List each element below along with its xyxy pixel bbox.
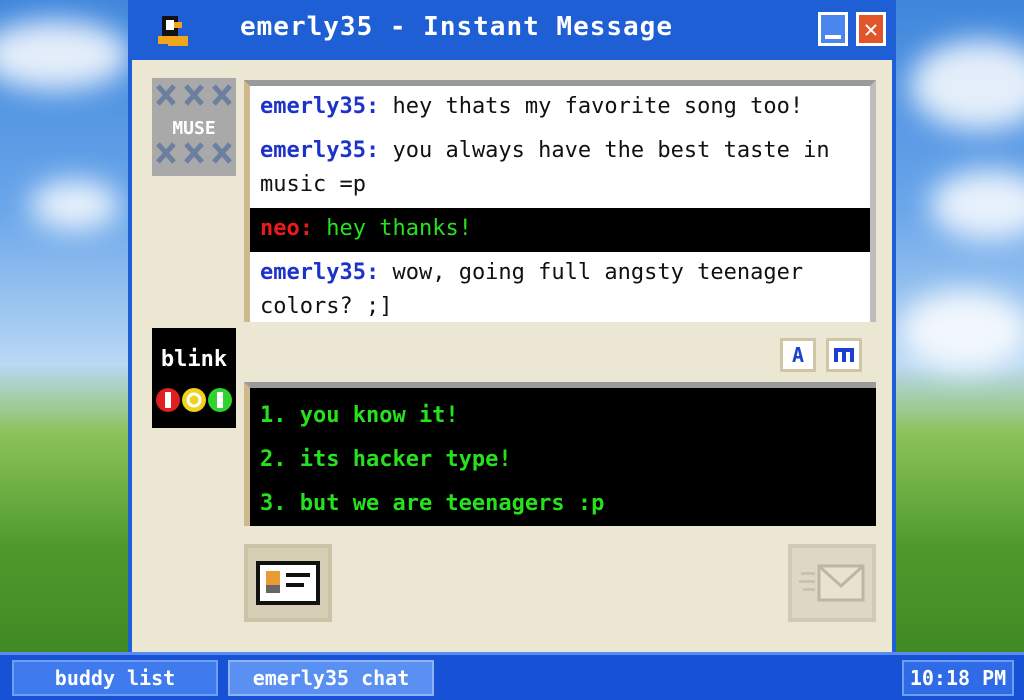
message-sender: emerly35: (260, 94, 380, 119)
font-style-button[interactable] (826, 338, 862, 372)
background-cloud (900, 290, 1024, 370)
taskbar: buddy list emerly35 chat 10:18 PM (0, 652, 1024, 700)
message-sender: emerly35: (260, 138, 380, 163)
font-button[interactable]: A (780, 338, 816, 372)
background-cloud (0, 20, 130, 90)
avatar-bottom-label: blink (161, 347, 227, 372)
profile-button[interactable] (244, 544, 332, 622)
taskbar-clock: 10:18 PM (902, 660, 1014, 696)
compose-line: 3. but we are teenagers :p (260, 491, 605, 516)
profile-card-icon (256, 561, 320, 605)
im-window: emerly35 - Instant Message ✕ MUSE emerly… (128, 0, 896, 652)
message-sender: neo: (260, 216, 313, 241)
send-envelope-icon (799, 564, 865, 602)
minimize-icon (825, 35, 841, 39)
font-style-icon (834, 348, 854, 362)
chat-message: emerly35: you always have the best taste… (250, 130, 870, 208)
background-cloud (910, 40, 1024, 130)
minimize-button[interactable] (818, 12, 848, 46)
send-button[interactable] (788, 544, 876, 622)
user-avatar: blink (152, 328, 236, 428)
close-button[interactable]: ✕ (856, 12, 886, 46)
muse-avatar-icon: MUSE (152, 78, 236, 176)
background-cloud (930, 170, 1024, 240)
title-bar[interactable]: emerly35 - Instant Message ✕ (132, 0, 892, 60)
message-sender: emerly35: (260, 260, 380, 285)
compose-line: 1. you know it! (260, 403, 459, 428)
blink-logo-icon: blink (152, 328, 236, 428)
message-compose-input[interactable]: 1. you know it! 2. its hacker type! 3. b… (244, 382, 876, 526)
buddy-avatar: MUSE (152, 78, 236, 176)
message-text: hey thanks! (326, 216, 472, 241)
taskbar-item-chat[interactable]: emerly35 chat (228, 660, 434, 696)
chat-message: neo: hey thanks! (250, 208, 870, 252)
window-title: emerly35 - Instant Message (240, 12, 673, 42)
buddy-icon (158, 16, 188, 46)
background-cloud (30, 180, 120, 230)
message-text: hey thats my favorite song too! (392, 94, 804, 119)
compose-line: 2. its hacker type! (260, 447, 512, 472)
chat-message: emerly35: hey thats my favorite song too… (250, 86, 870, 130)
avatar-top-label: MUSE (172, 118, 215, 139)
chat-message: emerly35: wow, going full angsty teenage… (250, 252, 870, 322)
chat-log[interactable]: emerly35: hey thats my favorite song too… (244, 80, 876, 322)
taskbar-item-buddy-list[interactable]: buddy list (12, 660, 218, 696)
close-icon: ✕ (863, 15, 879, 43)
